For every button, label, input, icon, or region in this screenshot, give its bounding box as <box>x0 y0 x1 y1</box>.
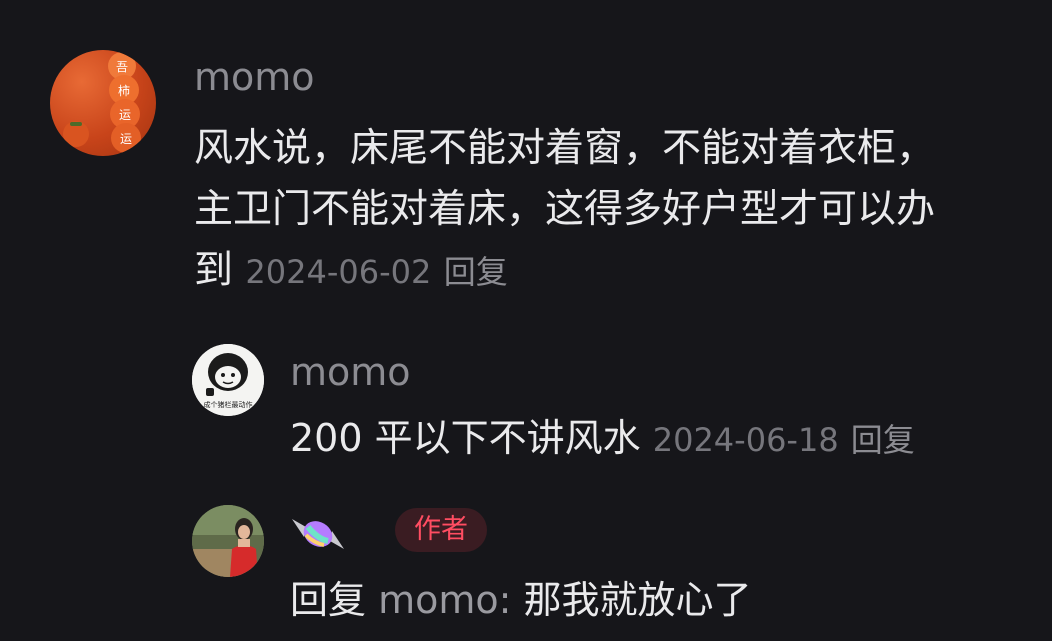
username[interactable]: momo <box>290 350 411 394</box>
reply-item: 成个猪栏最动作 momo 200 平以下不讲风水 2024-06-18 回复 <box>0 330 1052 480</box>
timestamp: 2024-06-02 <box>245 253 432 291</box>
reply-button[interactable]: 回复 <box>851 421 915 459</box>
reply-button[interactable]: 回复 <box>444 253 508 291</box>
comment-line-text: 到 <box>194 248 234 293</box>
avatar-char: 吾 <box>116 60 128 74</box>
avatar-caption: 成个猪栏最动作 <box>204 400 253 409</box>
photo-avatar-image <box>192 505 264 577</box>
author-badge: 作者 <box>395 508 487 552</box>
reply-item: 作者 回复 momo: 那我就放心了 <box>0 495 1052 641</box>
meme-face-avatar-image: 成个猪栏最动作 <box>192 344 264 416</box>
timestamp: 2024-06-18 <box>652 421 839 459</box>
candy-icon[interactable] <box>288 509 348 557</box>
comment-item: 吾 柿 运 运 momo 风水说，床尾不能对着窗，不能对着衣柜， 主卫门不能对着… <box>0 0 1052 310</box>
reply-prefix: 回复 <box>290 578 367 622</box>
avatar[interactable]: 成个猪栏最动作 <box>192 344 264 416</box>
avatar-char: 柿 <box>118 83 130 98</box>
persimmon-avatar-image: 吾 柿 运 运 <box>63 52 141 153</box>
comment-line: 风水说，床尾不能对着窗，不能对着衣柜， <box>194 126 936 171</box>
avatar[interactable] <box>192 505 264 577</box>
avatar-char: 运 <box>119 108 131 122</box>
comment-line: 主卫门不能对着床，这得多好户型才可以办 <box>194 187 936 232</box>
comment-text: 风水说，床尾不能对着窗，不能对着衣柜， 主卫门不能对着床，这得多好户型才可以办 … <box>194 118 994 303</box>
reply-text: 那我就放心了 <box>523 578 752 622</box>
mention-link[interactable]: momo: <box>378 578 511 622</box>
comment-line: 到 2024-06-02 回复 <box>194 240 994 303</box>
avatar[interactable]: 吾 柿 运 运 <box>50 50 156 156</box>
avatar-char: 运 <box>120 132 132 146</box>
username[interactable]: momo <box>194 55 315 99</box>
reply-text-line: 回复 momo: 那我就放心了 <box>290 570 752 631</box>
reply-text-line: 200 平以下不讲风水 2024-06-18 回复 <box>290 408 915 471</box>
reply-text: 200 平以下不讲风水 <box>290 416 641 460</box>
